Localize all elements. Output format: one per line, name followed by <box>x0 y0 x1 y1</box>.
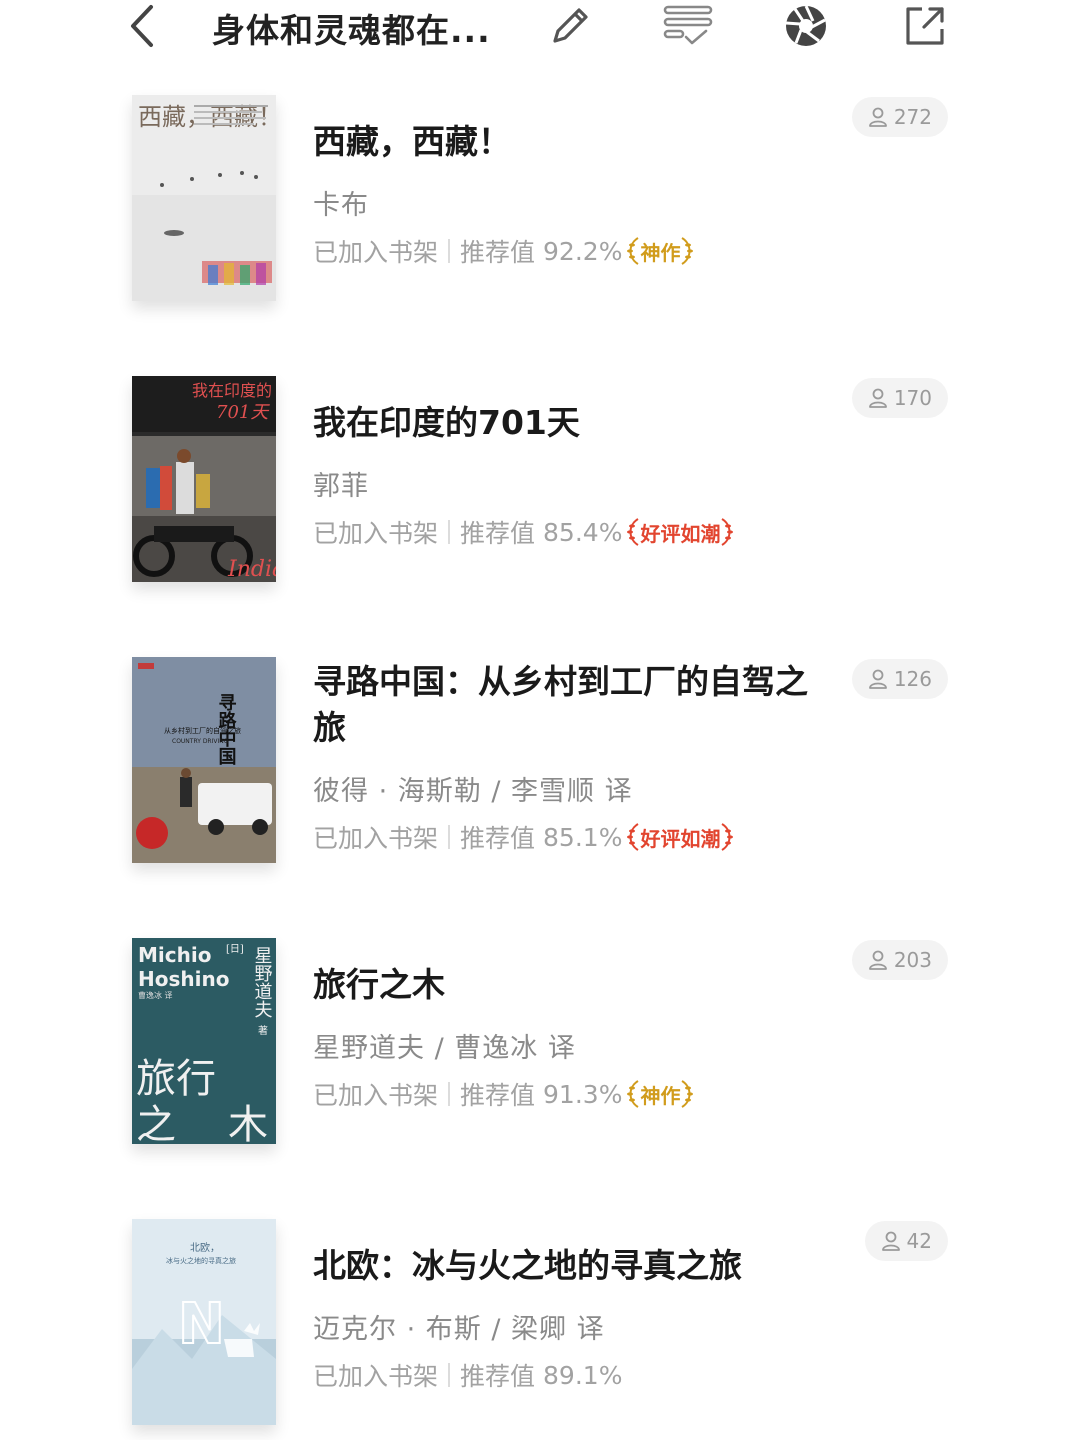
cover-word: India <box>227 557 276 582</box>
book-author: 迈克尔 · 布斯 / 梁卿 译 <box>313 1314 605 1345</box>
laurel-right-icon <box>681 1080 694 1108</box>
book-cover[interactable]: 北欧， 冰与火之地的寻真之旅 N <box>132 1219 276 1425</box>
book-item[interactable]: 寻路中国 从乡村到工厂的自驾之旅 COUNTRY DRIVING 寻路中国：从乡… <box>0 657 1080 897</box>
cover-author: 星野道夫 <box>252 946 273 1018</box>
book-meta: 已加入书架 推荐值 91.3% 神作 <box>313 1076 694 1112</box>
cover-english: COUNTRY DRIVING <box>172 738 229 745</box>
recommend-value: 85.1% <box>543 822 623 852</box>
laurel-right-icon <box>721 518 734 546</box>
cover-en1: Michio <box>138 943 211 967</box>
rating-badge: 神作 <box>626 236 694 266</box>
cover-line1: 北欧， <box>190 1242 220 1254</box>
reader-count-value: 42 <box>906 1229 932 1253</box>
book-title: 西藏，西藏！ <box>313 122 511 161</box>
badge-label: 好评如潮 <box>640 521 721 546</box>
recommend-label: 推荐值 <box>460 1081 536 1110</box>
recommend-value: 85.4% <box>543 517 623 547</box>
reader-count[interactable]: 203 <box>851 940 948 980</box>
user-icon <box>881 1231 900 1251</box>
cover-subtitle: 从乡村到工厂的自驾之旅 <box>164 726 241 735</box>
laurel-left-icon <box>627 518 640 546</box>
shelf-status: 已加入书架 <box>313 1362 439 1391</box>
reader-count-value: 272 <box>893 105 932 129</box>
recommend-label: 推荐值 <box>460 238 536 267</box>
laurel-left-icon <box>627 237 640 265</box>
laurel-left-icon <box>627 823 640 851</box>
shelf-status: 已加入书架 <box>313 238 439 267</box>
shelf-status: 已加入书架 <box>313 1081 439 1110</box>
book-author: 卡布 <box>313 190 369 221</box>
book-meta: 已加入书架 推荐值 89.1% <box>313 1357 622 1393</box>
rating-badge: 好评如潮 <box>626 822 734 852</box>
book-item[interactable]: 北欧， 冰与火之地的寻真之旅 N 北欧：冰与火之地的寻真之旅 迈克尔 · 布斯 … <box>0 1219 1080 1440</box>
book-title: 北欧：冰与火之地的寻真之旅 <box>313 1246 742 1285</box>
cover-en2: Hoshino <box>138 967 229 991</box>
recommend-value: 89.1% <box>543 1360 623 1390</box>
book-author: 彼得 · 海斯勒 / 李雪顺 译 <box>313 776 633 807</box>
cover-title: 我在印度的 <box>192 381 272 400</box>
divider <box>448 1363 451 1387</box>
book-author: 星野道夫 / 曹逸冰 译 <box>313 1033 576 1064</box>
cover-title-1: 旅行 <box>136 1056 216 1102</box>
book-meta: 已加入书架 推荐值 85.1% 好评如潮 <box>313 819 734 855</box>
book-cover[interactable]: 我在印度的 701天 India <box>132 376 276 582</box>
book-item[interactable]: 西藏，西藏！ 西藏，西藏！ 卡布 已加入书架 推荐值 92.2% 神作 272 <box>0 95 1080 335</box>
recommend-value: 91.3% <box>543 1079 623 1109</box>
book-title: 寻路中国：从乡村到工厂的自驾之旅 <box>313 662 808 747</box>
cover-suffix: 著 <box>258 1024 268 1037</box>
book-meta: 已加入书架 推荐值 92.2% 神作 <box>313 233 694 269</box>
user-icon <box>868 669 887 689</box>
reader-count-value: 126 <box>893 667 932 691</box>
badge-label: 神作 <box>640 1083 681 1108</box>
divider <box>448 520 451 544</box>
shelf-status: 已加入书架 <box>313 824 439 853</box>
book-list: 西藏，西藏！ 西藏，西藏！ 卡布 已加入书架 推荐值 92.2% 神作 272 … <box>0 0 1080 1440</box>
user-icon <box>868 950 887 970</box>
laurel-right-icon <box>721 823 734 851</box>
cover-number: 701天 <box>216 402 270 423</box>
book-author: 郭菲 <box>313 471 369 502</box>
reader-count-value: 170 <box>893 386 932 410</box>
book-item[interactable]: 我在印度的 701天 India 我在印度的701天 郭菲 已加入书架 推荐值 … <box>0 376 1080 616</box>
cover-country: [日] <box>226 944 244 955</box>
recommend-label: 推荐值 <box>460 519 536 548</box>
book-title: 旅行之木 <box>313 965 445 1004</box>
divider <box>448 825 451 849</box>
user-icon <box>868 388 887 408</box>
rating-badge: 神作 <box>626 1079 694 1109</box>
recommend-label: 推荐值 <box>460 824 536 853</box>
shelf-status: 已加入书架 <box>313 519 439 548</box>
divider <box>448 239 451 263</box>
reader-count[interactable]: 126 <box>851 659 948 699</box>
book-meta: 已加入书架 推荐值 85.4% 好评如潮 <box>313 514 734 550</box>
cover-translator: 曹逸冰 译 <box>138 990 173 1000</box>
reader-count[interactable]: 272 <box>851 97 948 137</box>
cover-line2: 冰与火之地的寻真之旅 <box>166 1256 236 1265</box>
recommend-label: 推荐值 <box>460 1362 536 1391</box>
book-cover[interactable]: 西藏，西藏！ <box>132 95 276 301</box>
recommend-value: 92.2% <box>543 236 623 266</box>
reader-count[interactable]: 42 <box>864 1221 948 1261</box>
badge-label: 神作 <box>640 240 681 265</box>
cover-letter: N <box>178 1292 225 1357</box>
reader-count-value: 203 <box>893 948 932 972</box>
user-icon <box>868 107 887 127</box>
laurel-left-icon <box>627 1080 640 1108</box>
book-cover[interactable]: Michio Hoshino [日] 星野道夫 著 曹逸冰 译 旅行 之 木 <box>132 938 276 1144</box>
reader-count[interactable]: 170 <box>851 378 948 418</box>
cover-title-3: 木 <box>228 1102 268 1144</box>
book-title: 我在印度的701天 <box>313 403 580 442</box>
laurel-right-icon <box>681 237 694 265</box>
badge-label: 好评如潮 <box>640 826 721 851</box>
divider <box>448 1082 451 1106</box>
cover-title-2: 之 <box>136 1102 176 1144</box>
book-item[interactable]: Michio Hoshino [日] 星野道夫 著 曹逸冰 译 旅行 之 木 旅… <box>0 938 1080 1178</box>
book-cover[interactable]: 寻路中国 从乡村到工厂的自驾之旅 COUNTRY DRIVING <box>132 657 276 863</box>
rating-badge: 好评如潮 <box>626 517 734 547</box>
